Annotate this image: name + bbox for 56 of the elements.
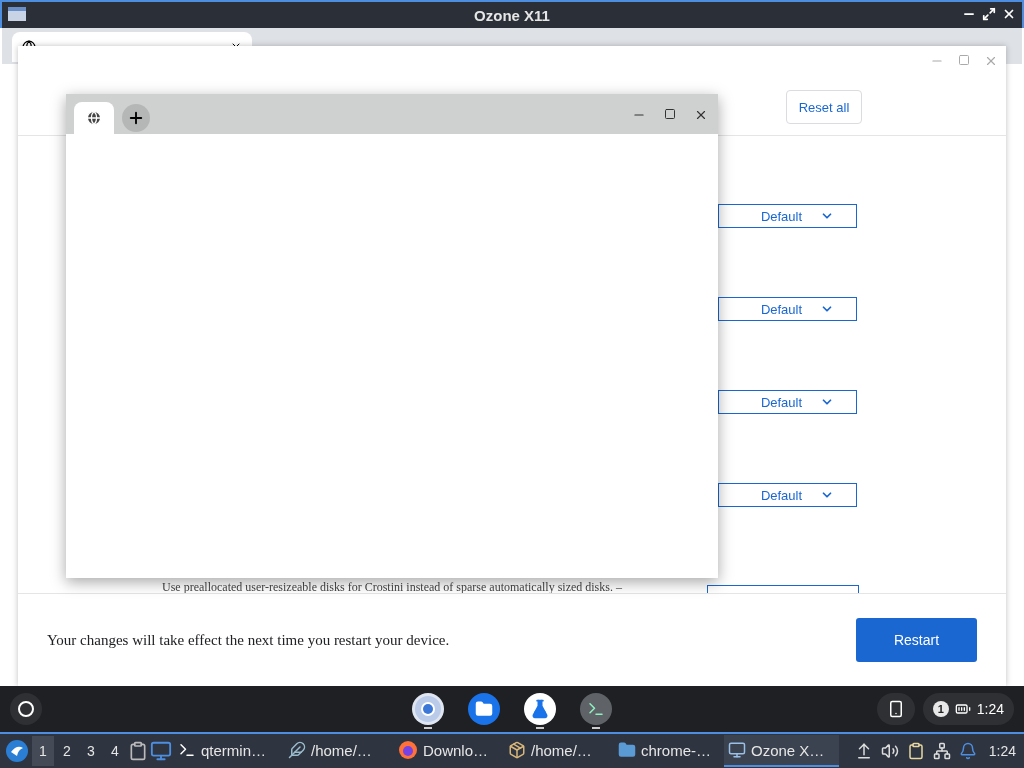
folder-icon [618, 741, 636, 759]
new-tab-button[interactable] [122, 104, 150, 132]
workspace-button[interactable]: 3 [80, 736, 102, 766]
terminal-icon [178, 741, 196, 759]
workspace-button[interactable]: 4 [104, 736, 126, 766]
maximize-icon [664, 108, 676, 120]
close-icon [984, 54, 998, 68]
folder-icon [475, 700, 493, 718]
fox-logo-icon [398, 740, 418, 760]
taskbar-task[interactable]: /home/… [284, 735, 392, 767]
restart-button[interactable]: Restart [856, 618, 977, 662]
window-title: Ozone X11 [474, 6, 550, 24]
plus-icon [127, 109, 145, 127]
clock: 1:24 [988, 743, 1016, 759]
maximize-icon [958, 54, 970, 66]
dropdown-select[interactable]: Default [718, 390, 857, 414]
taskbar-task[interactable]: Downlo… [394, 735, 502, 767]
taskbar-task[interactable]: qtermin… [174, 735, 282, 767]
dropdown-select[interactable]: Default [718, 204, 857, 228]
dropdown-select[interactable]: Default [718, 297, 857, 321]
shelf-app[interactable] [580, 693, 612, 731]
terminal-icon [587, 700, 605, 718]
browser-tab[interactable] [74, 102, 114, 134]
restart-message: Your changes will take effect the next time you restart your device. [47, 631, 450, 649]
maximize-icon [982, 7, 996, 21]
phone-hub-button[interactable] [876, 693, 915, 725]
clock: 1:24 [976, 701, 1004, 717]
close-icon [694, 108, 708, 122]
window-icon [728, 741, 746, 759]
shelf-app[interactable] [524, 693, 556, 731]
battery-icon [954, 701, 971, 717]
volume-icon [880, 742, 899, 760]
clipboard-icon [906, 742, 925, 760]
bird-logo-icon [4, 738, 30, 764]
workspace-button[interactable]: 2 [56, 736, 78, 766]
feather-icon [288, 741, 306, 759]
flask-icon [530, 699, 550, 719]
taskbar-task[interactable]: chrome-… [614, 735, 722, 767]
package-icon [508, 741, 526, 759]
browser-logo-icon [415, 696, 441, 722]
status-area[interactable]: 1 1:24 [922, 693, 1014, 725]
taskbar-task[interactable]: Ozone X… [724, 735, 839, 767]
flag-description: Use preallocated user-resizeable disks for Crostini instead of sparse automatically sized disks. – [162, 580, 622, 595]
close-icon [1002, 7, 1016, 21]
dropdown-select[interactable]: Default [718, 483, 857, 507]
window-icon [8, 7, 26, 21]
workspace-button[interactable]: 1 [32, 736, 54, 766]
reset-all-button[interactable]: Reset all [786, 90, 862, 124]
desktop-icon [150, 740, 172, 762]
notification-count: 1 [932, 701, 949, 717]
shelf-app[interactable] [412, 693, 444, 731]
taskbar-task[interactable]: /home/… [504, 735, 612, 767]
launcher-button[interactable] [10, 693, 42, 725]
globe-icon [86, 110, 102, 126]
notification-icon [958, 742, 977, 760]
network-icon [932, 742, 951, 760]
